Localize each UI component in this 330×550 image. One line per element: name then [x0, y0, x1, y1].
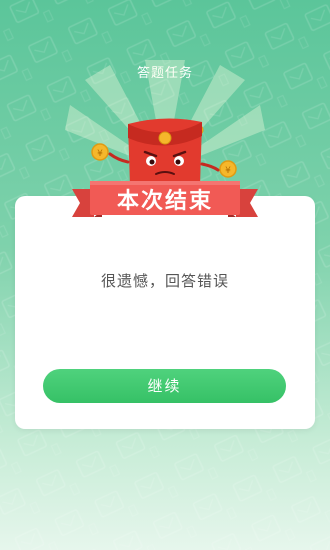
result-message: 很遗憾，回答错误: [100, 272, 229, 290]
red-envelope-icon: [108, 118, 220, 186]
result-banner-title: 本次结束: [116, 189, 213, 214]
svg-text:¥: ¥: [225, 166, 231, 176]
continue-button[interactable]: 继续: [43, 369, 286, 403]
coin-icon: ¥: [91, 143, 109, 161]
coin-icon: ¥: [219, 160, 237, 178]
svg-text:¥: ¥: [97, 149, 103, 159]
